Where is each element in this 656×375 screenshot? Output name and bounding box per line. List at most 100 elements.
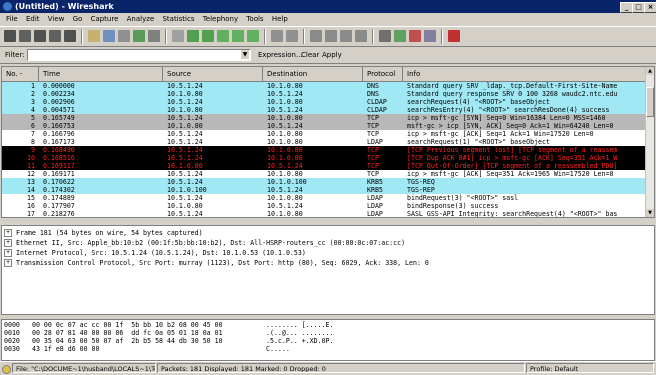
- packet-row[interactable]: 10 0.168516 10.5.1.24 10.1.0.80 TCP [TCP Dup …: [2, 154, 647, 162]
- packet-row[interactable]: 14 0.174302 10.1.0.100 10.5.1.24 KRB5 TGS-REP: [2, 186, 647, 194]
- menu-capture[interactable]: Capture: [91, 13, 119, 25]
- resize-columns-icon[interactable]: [355, 30, 367, 42]
- column-header-destination[interactable]: Destination: [263, 67, 363, 81]
- help-icon[interactable]: [448, 30, 460, 42]
- preferences-icon[interactable]: [424, 30, 436, 42]
- packet-cell-info: [TCP Dup ACK 8#1] icp > msft-gc [ACK] Se…: [407, 154, 618, 162]
- packet-cell-proto: TCP: [367, 146, 379, 154]
- menu-file[interactable]: File: [6, 13, 18, 25]
- menu-statistics[interactable]: Statistics: [162, 13, 194, 25]
- close-button[interactable]: ×: [644, 2, 656, 13]
- packet-cell-proto: TCP: [367, 170, 379, 178]
- go-to-packet-icon[interactable]: [217, 30, 229, 42]
- zoom-in-icon[interactable]: [310, 30, 322, 42]
- go-back-icon[interactable]: [187, 30, 199, 42]
- packet-row[interactable]: 1 0.000000 10.5.1.24 10.1.0.80 DNS Standard q…: [2, 82, 647, 90]
- colorize-icon[interactable]: [271, 30, 283, 42]
- expression-button[interactable]: Expression...: [258, 47, 303, 63]
- packet-row[interactable]: 15 0.174889 10.5.1.24 10.1.0.80 LDAP bindRequ…: [2, 194, 647, 202]
- detail-tcp-line[interactable]: + Transmission Control Protocol, Src Port…: [4, 258, 429, 268]
- packet-list-scrollbar[interactable]: ▲ ▼: [645, 67, 654, 217]
- detail-ethernet-line[interactable]: + Ethernet II, Src: Apple_bb:10:b2 (00:1f…: [4, 238, 405, 248]
- packet-cell-no: 3: [31, 98, 35, 106]
- packet-row[interactable]: 5 0.165749 10.5.1.24 10.1.0.80 TCP icp > msft…: [2, 114, 647, 122]
- coloring-rules-icon[interactable]: [409, 30, 421, 42]
- packet-cell-proto: DNS: [367, 82, 379, 90]
- packet-cell-time: 0.169117: [43, 162, 75, 170]
- expert-info-icon[interactable]: [2, 365, 11, 374]
- scroll-up-icon[interactable]: ▲: [646, 67, 654, 75]
- packet-cell-dst: 10.5.1.24: [267, 202, 303, 210]
- capture-options-icon[interactable]: [19, 30, 31, 42]
- packet-row[interactable]: 6 0.166753 10.1.0.80 10.5.1.24 TCP msft-gc > …: [2, 122, 647, 130]
- interfaces-icon[interactable]: [4, 30, 16, 42]
- zoom-out-icon[interactable]: [325, 30, 337, 42]
- packet-cell-time: 0.166796: [43, 130, 75, 138]
- menu-help[interactable]: Help: [272, 13, 288, 25]
- column-header-source[interactable]: Source: [163, 67, 263, 81]
- expand-icon[interactable]: +: [4, 239, 12, 247]
- filter-input[interactable]: [27, 49, 251, 61]
- packet-row[interactable]: 16 0.177907 10.1.0.80 10.5.1.24 LDAP bindResp…: [2, 202, 647, 210]
- menu-telephony[interactable]: Telephony: [203, 13, 238, 25]
- detail-ip-line[interactable]: + Internet Protocol, Src: 10.5.1.24 (10.5…: [4, 248, 306, 258]
- column-header-info[interactable]: Info: [403, 67, 647, 81]
- packet-row[interactable]: 2 0.002234 10.1.0.80 10.5.1.24 DNS Standard q…: [2, 90, 647, 98]
- menu-go[interactable]: Go: [73, 13, 83, 25]
- restart-capture-icon[interactable]: [64, 30, 76, 42]
- capture-filters-icon[interactable]: [379, 30, 391, 42]
- expand-icon[interactable]: +: [4, 249, 12, 257]
- toolbar-separator: [372, 29, 374, 44]
- packet-cell-src: 10.1.0.80: [167, 202, 203, 210]
- packet-cell-info: icp > msft-gc [SYN] Seq=0 Win=16384 Len=…: [407, 114, 606, 122]
- save-file-icon[interactable]: [103, 30, 115, 42]
- packet-row[interactable]: 12 0.169171 10.5.1.24 10.1.0.80 TCP icp > msf…: [2, 170, 647, 178]
- print-icon[interactable]: [148, 30, 160, 42]
- column-header-time[interactable]: Time: [39, 67, 163, 81]
- menu-tools[interactable]: Tools: [246, 13, 263, 25]
- packet-row[interactable]: 9 0.168490 10.5.1.24 10.1.0.80 TCP [TCP Previ…: [2, 146, 647, 154]
- packet-row[interactable]: 8 0.167173 10.5.1.24 10.1.0.80 LDAP searchReq…: [2, 138, 647, 146]
- go-first-icon[interactable]: [232, 30, 244, 42]
- detail-frame-line[interactable]: + Frame 181 (54 bytes on wire, 54 bytes c…: [4, 228, 203, 238]
- expand-icon[interactable]: +: [4, 229, 12, 237]
- apply-button[interactable]: Apply: [322, 47, 342, 63]
- reload-icon[interactable]: [133, 30, 145, 42]
- packet-cell-src: 10.5.1.24: [167, 138, 203, 146]
- go-last-icon[interactable]: [247, 30, 259, 42]
- start-capture-icon[interactable]: [34, 30, 46, 42]
- packet-row[interactable]: 7 0.166796 10.5.1.24 10.1.0.80 TCP icp > msft…: [2, 130, 647, 138]
- auto-scroll-icon[interactable]: [286, 30, 298, 42]
- close-file-icon[interactable]: [118, 30, 130, 42]
- packet-row[interactable]: 17 0.218276 10.5.1.24 10.1.0.80 LDAP SASL GSS…: [2, 210, 647, 217]
- find-packet-icon[interactable]: [172, 30, 184, 42]
- zoom-normal-icon[interactable]: [340, 30, 352, 42]
- packet-cell-proto: KRB5: [367, 178, 383, 186]
- packet-cell-info: icp > msft-gc [ACK] Seq=351 Ack=1965 Win…: [407, 170, 614, 178]
- packet-row[interactable]: 11 0.169117 10.1.0.80 10.5.1.24 TCP [TCP Out-…: [2, 162, 647, 170]
- menu-analyze[interactable]: Analyze: [127, 13, 155, 25]
- expand-icon[interactable]: +: [4, 259, 12, 267]
- packet-cell-proto: LDAP: [367, 194, 383, 202]
- column-header-protocol[interactable]: Protocol: [363, 67, 403, 81]
- clear-button[interactable]: Clear: [301, 47, 319, 63]
- packet-cell-dst: 10.1.0.80: [267, 194, 303, 202]
- packet-cell-dst: 10.1.0.80: [267, 114, 303, 122]
- scroll-down-icon[interactable]: ▼: [646, 209, 654, 217]
- packet-cell-no: 13: [27, 178, 35, 186]
- display-filters-icon[interactable]: [394, 30, 406, 42]
- packet-row[interactable]: 4 0.004571 10.1.0.80 10.5.1.24 CLDAP searchRe…: [2, 106, 647, 114]
- toolbar-separator: [264, 29, 266, 44]
- packet-cell-time: 0.168516: [43, 154, 75, 162]
- menu-edit[interactable]: Edit: [26, 13, 40, 25]
- column-header-no[interactable]: No. -: [2, 67, 39, 81]
- filter-dropdown-icon[interactable]: ▼: [241, 50, 249, 59]
- go-forward-icon[interactable]: [202, 30, 214, 42]
- stop-capture-icon[interactable]: [49, 30, 61, 42]
- status-profile[interactable]: Profile: Default: [526, 363, 654, 373]
- menu-view[interactable]: View: [48, 13, 65, 25]
- packet-row[interactable]: 13 0.170622 10.5.1.24 10.1.0.100 KRB5 TGS-REQ: [2, 178, 647, 186]
- open-file-icon[interactable]: [88, 30, 100, 42]
- packet-row[interactable]: 3 0.002906 10.5.1.24 10.1.0.80 CLDAP searchRe…: [2, 98, 647, 106]
- scroll-thumb[interactable]: [646, 87, 654, 117]
